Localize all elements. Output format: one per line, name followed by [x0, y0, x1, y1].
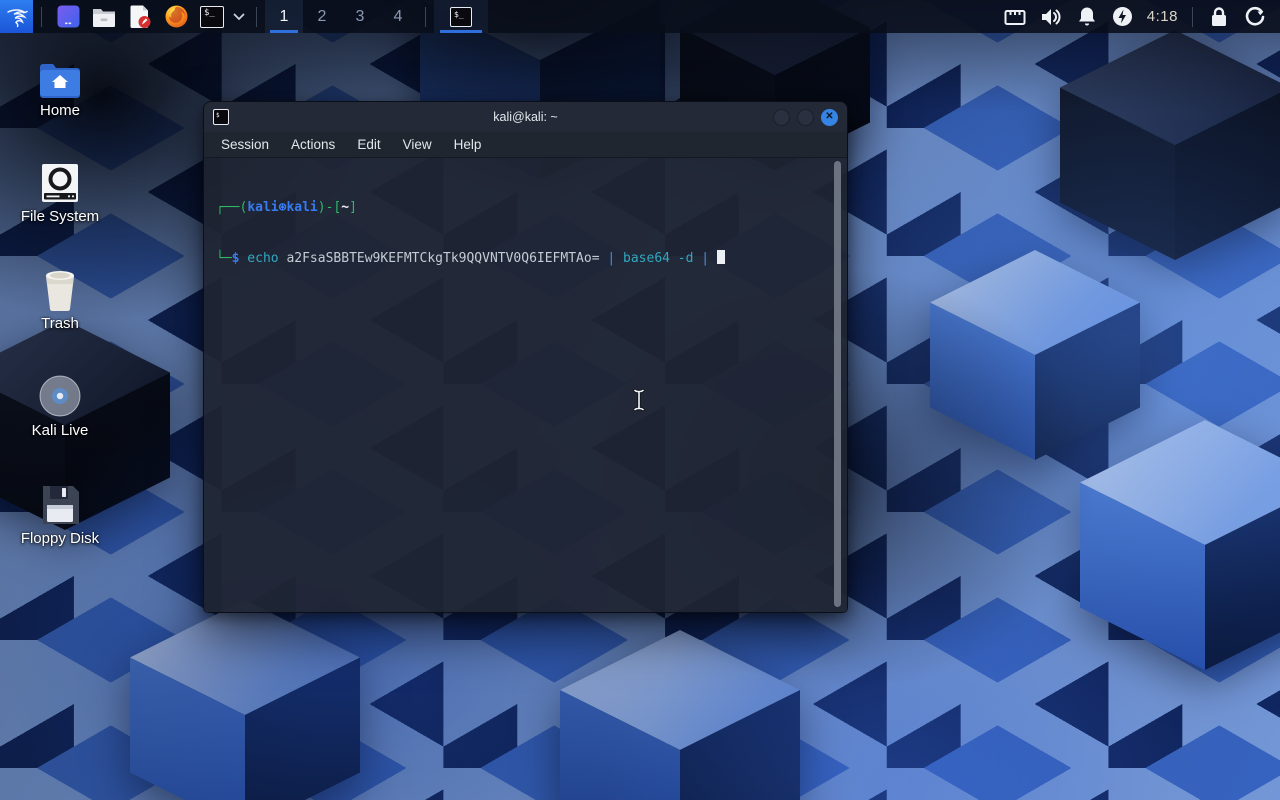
task-button-terminal[interactable]: $_	[434, 0, 488, 33]
bell-icon	[1077, 6, 1097, 27]
menu-edit[interactable]: Edit	[346, 132, 391, 158]
network-indicator[interactable]	[1002, 0, 1028, 33]
kali-dragon-icon	[5, 5, 29, 29]
terminal-scrollbar[interactable]	[834, 161, 841, 607]
lock-icon	[1210, 6, 1228, 27]
panel-separator	[256, 7, 257, 27]
network-icon	[1004, 8, 1026, 26]
launcher-terminal[interactable]: $_	[197, 0, 227, 33]
desktop-icon-file-system[interactable]: File System	[12, 158, 108, 225]
desktop-icon-label: Floppy Disk	[12, 530, 108, 547]
power-manager[interactable]	[1110, 0, 1136, 33]
launcher-firefox[interactable]	[161, 0, 191, 33]
chevron-down-icon	[233, 13, 245, 21]
desktop-icon-label: Home	[12, 102, 108, 119]
floppy-disk-icon	[39, 484, 81, 526]
power-icon	[1112, 6, 1133, 27]
top-panel: $_ 1 2 3 4 $_	[0, 0, 1280, 33]
trash-icon	[40, 269, 80, 311]
workspace-1[interactable]: 1	[265, 0, 303, 33]
window-menubar: Session Actions Edit View Help	[204, 132, 847, 158]
terminal-icon: $_	[200, 6, 224, 28]
workspace-2[interactable]: 2	[303, 0, 341, 33]
panel-separator	[41, 7, 42, 27]
menu-actions[interactable]: Actions	[280, 132, 346, 158]
launcher-show-desktop[interactable]	[53, 0, 83, 33]
volume-control[interactable]	[1038, 0, 1064, 33]
notifications[interactable]	[1074, 0, 1100, 33]
window-titlebar[interactable]: $ kali@kali: ~ ✕	[204, 102, 847, 132]
terminal-cursor	[717, 250, 725, 264]
desktop-icon-label: Kali Live	[12, 422, 108, 439]
firefox-icon	[164, 4, 189, 29]
close-button[interactable]: ✕	[821, 109, 838, 126]
menu-help[interactable]: Help	[443, 132, 493, 158]
workspace-label: 3	[356, 8, 365, 26]
clock[interactable]: 4:18	[1147, 8, 1178, 25]
text-editor-icon	[128, 4, 152, 29]
prompt-line-2: └─$ echo a2FsaSBBTEw9KEFMTCkgTk9QQVNTV0Q…	[216, 250, 835, 267]
desktop-icon-label: Trash	[12, 315, 108, 332]
minimize-button[interactable]	[773, 109, 790, 126]
workspace-label: 1	[280, 8, 289, 26]
kali-menu-button[interactable]	[0, 0, 33, 33]
desktop-icon-trash[interactable]: Trash	[12, 265, 108, 332]
launcher-dropdown[interactable]	[230, 0, 248, 33]
terminal-content[interactable]: ┌──(kali⊛kali)-[~] └─$ echo a2FsaSBBTEw9…	[204, 158, 847, 612]
logout-icon	[1244, 6, 1266, 28]
panel-separator	[425, 7, 426, 27]
menu-session[interactable]: Session	[210, 132, 280, 158]
show-desktop-icon	[56, 4, 81, 29]
panel-separator	[1192, 7, 1193, 27]
logout-button[interactable]	[1242, 0, 1268, 33]
terminal-text: ┌──(kali⊛kali)-[~] └─$ echo a2FsaSBBTEw9…	[204, 158, 847, 308]
hard-drive-icon	[39, 162, 81, 204]
window-title: kali@kali: ~	[204, 110, 847, 124]
launcher-text-editor[interactable]	[125, 0, 155, 33]
ibeam-cursor	[631, 388, 647, 417]
file-manager-icon	[91, 5, 117, 29]
workspace-4[interactable]: 4	[379, 0, 417, 33]
desktop-icon-floppy-disk[interactable]: Floppy Disk	[12, 480, 108, 547]
desktop-icon-kali-live[interactable]: Kali Live	[12, 372, 108, 439]
menu-view[interactable]: View	[392, 132, 443, 158]
desktop-icon-home[interactable]: Home	[12, 52, 108, 119]
lock-screen-button[interactable]	[1206, 0, 1232, 33]
terminal-icon: $_	[450, 7, 472, 27]
workspace-label: 2	[318, 8, 327, 26]
home-folder-icon	[38, 62, 82, 98]
volume-icon	[1040, 7, 1062, 27]
optical-disc-icon	[38, 374, 82, 418]
terminal-window: $ kali@kali: ~ ✕ Session Actions Edit Vi…	[203, 101, 848, 613]
maximize-button[interactable]	[797, 109, 814, 126]
workspace-label: 4	[394, 8, 403, 26]
desktop-icon-label: File System	[12, 208, 108, 225]
workspace-3[interactable]: 3	[341, 0, 379, 33]
launcher-file-manager[interactable]	[89, 0, 119, 33]
prompt-line-1: ┌──(kali⊛kali)-[~]	[216, 199, 835, 216]
system-tray: 4:18	[997, 0, 1280, 33]
